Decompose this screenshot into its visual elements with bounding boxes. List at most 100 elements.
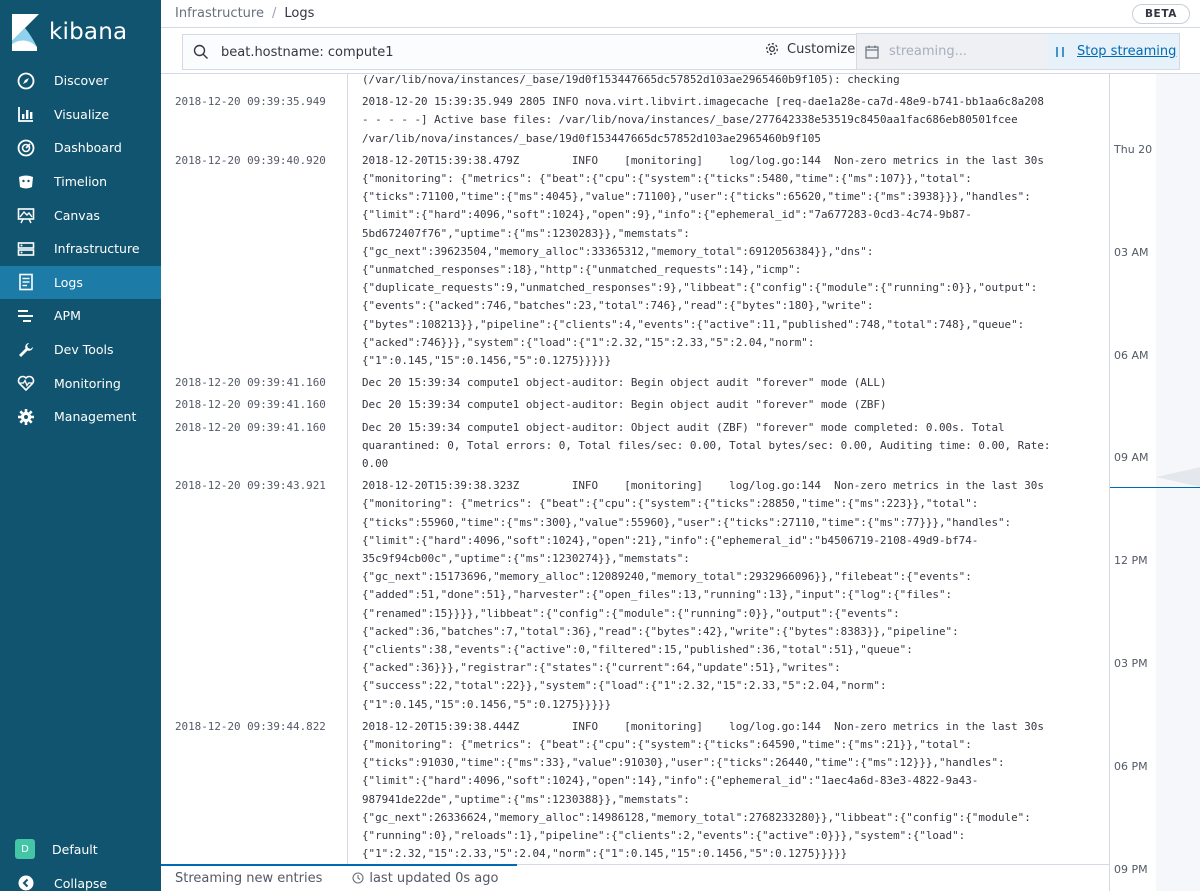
log-message-line: {"added":51,"done":51},"harvester":{"ope…	[362, 588, 953, 602]
log-message-line: 0.00	[362, 457, 389, 470]
minimap-time-tick: 06 PM	[1114, 759, 1148, 773]
breadcrumb-logs: Logs	[284, 6, 315, 21]
sidebar-item-label: Discover	[54, 73, 109, 89]
sidebar-item-visualize[interactable]: Visualize	[0, 98, 161, 132]
heartbeat-icon	[17, 374, 35, 392]
log-message-line: 987941de22de","uptime":{"ms":1230388}},"…	[362, 792, 690, 806]
search-icon	[193, 44, 208, 59]
minimap-position-marker[interactable]	[1156, 467, 1200, 487]
log-message-line: {"gc_next":39623504,"memory_alloc":33365…	[362, 244, 874, 258]
compass-icon	[17, 72, 35, 90]
collapse-button[interactable]: Collapse	[0, 866, 161, 891]
sidebar-item-label: Monitoring	[54, 375, 121, 391]
breadcrumb-separator: /	[271, 6, 277, 21]
log-timestamp: 2018-12-20 09:39:35.949	[175, 95, 326, 109]
space-selector[interactable]: D Default	[0, 832, 161, 866]
log-entry[interactable]: (/var/lib/nova/instances/_base/19d0f1534…	[161, 74, 1109, 89]
log-message: 2018-12-20T15:39:38.479Z INFO [monitorin…	[362, 152, 1082, 370]
minimap-time-tick: 09 AM	[1114, 451, 1149, 465]
log-message-line: {"success":22,"total":22}},"system":{"lo…	[362, 679, 887, 693]
sidebar-item-label: Canvas	[54, 207, 100, 223]
log-minimap[interactable]: Thu 20 03 AM 06 AM 09 AM 12 PM 03 PM 06 PM 09 P…	[1109, 74, 1200, 891]
log-timestamp: 2018-12-20 09:39:41.160	[175, 376, 326, 390]
header: Infrastructure / Logs BETA	[161, 0, 1200, 28]
sidebar-item-logs[interactable]: Logs	[0, 265, 161, 300]
sidebar-item-monitoring[interactable]: Monitoring	[0, 366, 161, 400]
bar-chart-icon	[17, 105, 35, 123]
sidebar-item-dev-tools[interactable]: Dev Tools	[0, 333, 161, 367]
breadcrumb-infrastructure[interactable]: Infrastructure	[175, 6, 264, 21]
log-message-line: {"gc_next":15173696,"memory_alloc":12089…	[362, 570, 972, 584]
sidebar-item-label: Dev Tools	[54, 342, 114, 358]
streaming-status: Streaming new entries	[175, 870, 323, 886]
log-entry[interactable]: 2018-12-20 09:39:41.160 Dec 20 15:39:34 c…	[161, 396, 1109, 414]
log-message-line: {"renamed":15}}}},"libbeat":{"config":{"…	[362, 606, 900, 620]
sidebar-item-dashboard[interactable]: Dashboard	[0, 131, 161, 165]
sidebar-item-label: Logs	[54, 274, 83, 290]
calendar-icon	[865, 45, 879, 59]
sidebar-item-label: APM	[54, 308, 81, 324]
apm-icon	[17, 307, 35, 325]
log-message-line: 2018-12-20T15:39:38.323Z INFO [monitorin…	[362, 479, 1044, 493]
log-message-line: 2018-12-20 15:39:35.949 2805 INFO nova.v…	[362, 95, 1044, 109]
log-message-line: {"ticks":71100,"time":{"ms":4045},"value…	[362, 190, 1031, 204]
log-message-line: {"gc_next":26336624,"memory_alloc":14986…	[362, 810, 1031, 824]
brand[interactable]: kibana	[12, 12, 127, 52]
gear-icon	[17, 408, 35, 426]
streaming-progress-bar	[161, 864, 517, 866]
log-entry[interactable]: 2018-12-20 09:39:41.160 Dec 20 15:39:34 c…	[161, 374, 1109, 392]
collapse-label: Collapse	[54, 875, 108, 891]
last-updated-text: last updated 0s ago	[369, 870, 499, 886]
minimap-time-tick: 09 PM	[1114, 862, 1148, 876]
log-message-line: - - - - -] Active base files: /var/lib/n…	[362, 113, 1018, 127]
sidebar-item-discover[interactable]: Discover	[0, 64, 161, 98]
sidebar-item-label: Timelion	[54, 174, 108, 190]
log-message: 2018-12-20 15:39:35.949 2805 INFO nova.v…	[362, 93, 1082, 148]
log-timestamp: 2018-12-20 09:39:40.920	[175, 153, 326, 167]
log-message: Dec 20 15:39:34 compute1 object-auditor:…	[362, 374, 1082, 392]
sidebar-item-infrastructure[interactable]: Infrastructure	[0, 232, 161, 266]
log-entry[interactable]: 2018-12-20 09:39:41.160 Dec 20 15:39:34 c…	[161, 419, 1109, 474]
log-entry[interactable]: 2018-12-20 09:39:44.822 2018-12-20T15:39:…	[161, 718, 1109, 864]
log-message-line: Dec 20 15:39:34 compute1 object-auditor:…	[362, 420, 1005, 434]
log-message-line: Dec 20 15:39:34 compute1 object-auditor:…	[362, 376, 887, 390]
wrench-icon	[17, 341, 35, 359]
last-updated: last updated 0s ago	[352, 871, 498, 886]
log-message-line: {"limit":{"hard":4096,"soft":1024},"open…	[362, 533, 979, 547]
logs-toolbar: beat.hostname: compute1 Customize stream…	[161, 28, 1200, 74]
log-timestamp: 2018-12-20 09:39:41.160	[175, 398, 326, 412]
log-message-line: 2018-12-20T15:39:38.444Z INFO [monitorin…	[362, 719, 1044, 733]
sidebar-item-apm[interactable]: APM	[0, 299, 161, 333]
log-entry[interactable]: 2018-12-20 09:39:35.949 2018-12-20 15:39:…	[161, 93, 1109, 148]
minimap-current-position	[1110, 487, 1200, 488]
log-message-line: {"duplicate_requests":9,"unmatched_respo…	[362, 281, 1038, 295]
collapse-arrow-icon	[17, 874, 35, 891]
log-entry[interactable]: 2018-12-20 09:39:40.920 2018-12-20T15:39:…	[161, 152, 1109, 370]
log-message-line: {"1":2.32,"15":2.33,"5":2.04,"norm":{"1"…	[362, 847, 848, 861]
sidebar-item-canvas[interactable]: Canvas	[0, 198, 161, 232]
log-message-line: 35c9f94cb00c","uptime":{"ms":1230274}},"…	[362, 552, 690, 565]
log-message-line: {"acked":36}}},"registrar":{"states":{"c…	[362, 661, 841, 675]
streaming-placeholder: streaming...	[889, 44, 968, 59]
log-entry[interactable]: 2018-12-20 09:39:43.921 2018-12-20T15:39:…	[161, 477, 1109, 714]
sidebar-item-management[interactable]: Management	[0, 400, 161, 434]
sidebar: kibana Discover Visualize Dashboard Timelio…	[0, 0, 161, 891]
minimap-time-tick: 03 PM	[1114, 657, 1148, 670]
log-message-line: {"acked":36,"batches":7,"total":36},"rea…	[362, 624, 959, 638]
stop-streaming-label: Stop streaming	[1077, 44, 1177, 59]
customize-button[interactable]: Customize	[764, 41, 855, 57]
kibana-logo-icon	[12, 13, 39, 51]
sidebar-bottom: D Default Collapse	[0, 832, 161, 891]
main-nav: Discover Visualize Dashboard Timelion Canvas…	[0, 64, 161, 434]
space-avatar: D	[15, 839, 35, 859]
log-message-line: {"ticks":55960,"time":{"ms":300},"value"…	[362, 515, 1012, 529]
log-timestamp: 2018-12-20 09:39:43.921	[175, 479, 326, 493]
log-timestamp: 2018-12-20 09:39:41.160	[175, 420, 326, 434]
stop-streaming-button[interactable]: Stop streaming	[1047, 34, 1179, 69]
log-stream[interactable]: (/var/lib/nova/instances/_base/19d0f1534…	[161, 74, 1109, 864]
streaming-date-input[interactable]: streaming...	[857, 34, 1047, 69]
dashboard-gauge-icon	[17, 139, 35, 157]
timelion-icon	[17, 173, 35, 191]
sidebar-item-timelion[interactable]: Timelion	[0, 165, 161, 199]
log-footer: Streaming new entries last updated 0s ag…	[161, 864, 1109, 891]
